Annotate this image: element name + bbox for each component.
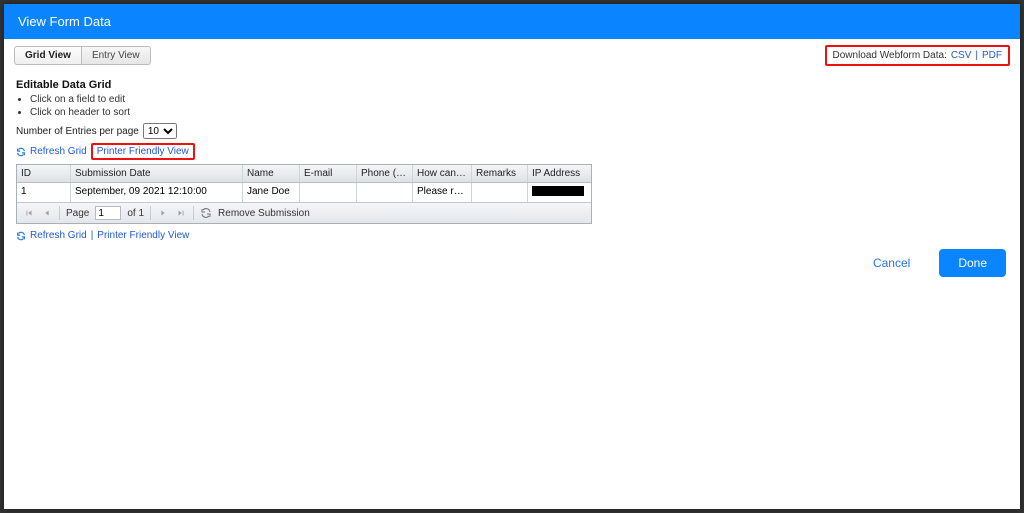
remove-submission-icon[interactable] xyxy=(200,207,212,219)
download-pdf-link[interactable]: PDF xyxy=(982,50,1002,61)
remove-submission-label[interactable]: Remove Submission xyxy=(218,208,310,219)
table-row[interactable]: 1 September, 09 2021 12:10:00 Jane Doe P… xyxy=(17,183,591,202)
pager-first-icon[interactable] xyxy=(23,206,35,220)
ip-redacted xyxy=(532,186,584,196)
col-how[interactable]: How can we help xyxy=(413,165,472,182)
col-ip[interactable]: IP Address xyxy=(528,165,590,182)
refresh-icon xyxy=(16,231,26,241)
refresh-grid-link-bottom[interactable]: Refresh Grid xyxy=(30,230,87,241)
cancel-button[interactable]: Cancel xyxy=(854,249,929,277)
pager-prev-icon[interactable] xyxy=(41,206,53,220)
entries-per-page-row: Number of Entries per page 10 xyxy=(16,123,1008,139)
pager: Page of 1 Remove Submission xyxy=(17,202,591,223)
refresh-icon xyxy=(16,147,26,157)
col-email[interactable]: E-mail xyxy=(300,165,357,182)
printer-friendly-link[interactable]: Printer Friendly View xyxy=(97,146,189,157)
tabs: Grid View Entry View xyxy=(14,46,151,65)
modal-view-form-data: View Form Data Grid View Entry View Down… xyxy=(4,4,1020,509)
col-id[interactable]: ID xyxy=(17,165,71,182)
hint-list: Click on a field to edit Click on header… xyxy=(30,93,1008,119)
entries-per-page-select[interactable]: 10 xyxy=(143,123,177,139)
download-webform-box: Download Webform Data: CSV | PDF xyxy=(825,45,1010,66)
col-name[interactable]: Name xyxy=(243,165,300,182)
pager-page-label: Page xyxy=(66,208,89,219)
col-submission[interactable]: Submission Date xyxy=(71,165,243,182)
modal-footer: Cancel Done xyxy=(4,241,1020,287)
modal-body: Grid View Entry View Download Webform Da… xyxy=(4,39,1020,509)
top-bar: Grid View Entry View Download Webform Da… xyxy=(4,39,1020,69)
grid-link-row: Refresh Grid Printer Friendly View xyxy=(16,143,1008,160)
cell-email[interactable] xyxy=(300,183,357,202)
hint-edit: Click on a field to edit xyxy=(30,93,1008,106)
pager-page-input[interactable] xyxy=(95,206,121,220)
printer-friendly-link-bottom[interactable]: Printer Friendly View xyxy=(97,230,189,241)
hint-sort: Click on header to sort xyxy=(30,106,1008,119)
cell-how[interactable]: Please reach … xyxy=(413,183,472,202)
cell-submission[interactable]: September, 09 2021 12:10:00 xyxy=(71,183,243,202)
refresh-grid-link[interactable]: Refresh Grid xyxy=(30,146,87,157)
cell-id[interactable]: 1 xyxy=(17,183,71,202)
cell-ip[interactable] xyxy=(528,183,590,202)
modal-title: View Form Data xyxy=(4,4,1020,39)
cell-remarks[interactable] xyxy=(472,183,528,202)
col-remarks[interactable]: Remarks xyxy=(472,165,528,182)
download-csv-link[interactable]: CSV xyxy=(951,50,972,61)
grid-header-row[interactable]: ID Submission Date Name E-mail Phone (Op… xyxy=(17,165,591,183)
entries-per-page-label: Number of Entries per page xyxy=(16,126,139,137)
pager-next-icon[interactable] xyxy=(157,206,169,220)
done-button[interactable]: Done xyxy=(939,249,1006,277)
cell-phone[interactable] xyxy=(357,183,413,202)
tab-grid-view[interactable]: Grid View xyxy=(14,46,82,65)
download-label: Download Webform Data: xyxy=(833,50,947,61)
pager-of-label: of 1 xyxy=(127,208,144,219)
cell-name[interactable]: Jane Doe xyxy=(243,183,300,202)
pager-last-icon[interactable] xyxy=(175,206,187,220)
content: Editable Data Grid Click on a field to e… xyxy=(4,69,1020,241)
tab-entry-view[interactable]: Entry View xyxy=(82,46,151,65)
grid-link-row-bottom: Refresh Grid | Printer Friendly View xyxy=(16,230,1008,241)
data-grid: ID Submission Date Name E-mail Phone (Op… xyxy=(16,164,592,224)
col-phone[interactable]: Phone (Optional) xyxy=(357,165,413,182)
horizontal-scrollbar[interactable] xyxy=(4,453,1020,469)
grid-title: Editable Data Grid xyxy=(16,79,1008,91)
